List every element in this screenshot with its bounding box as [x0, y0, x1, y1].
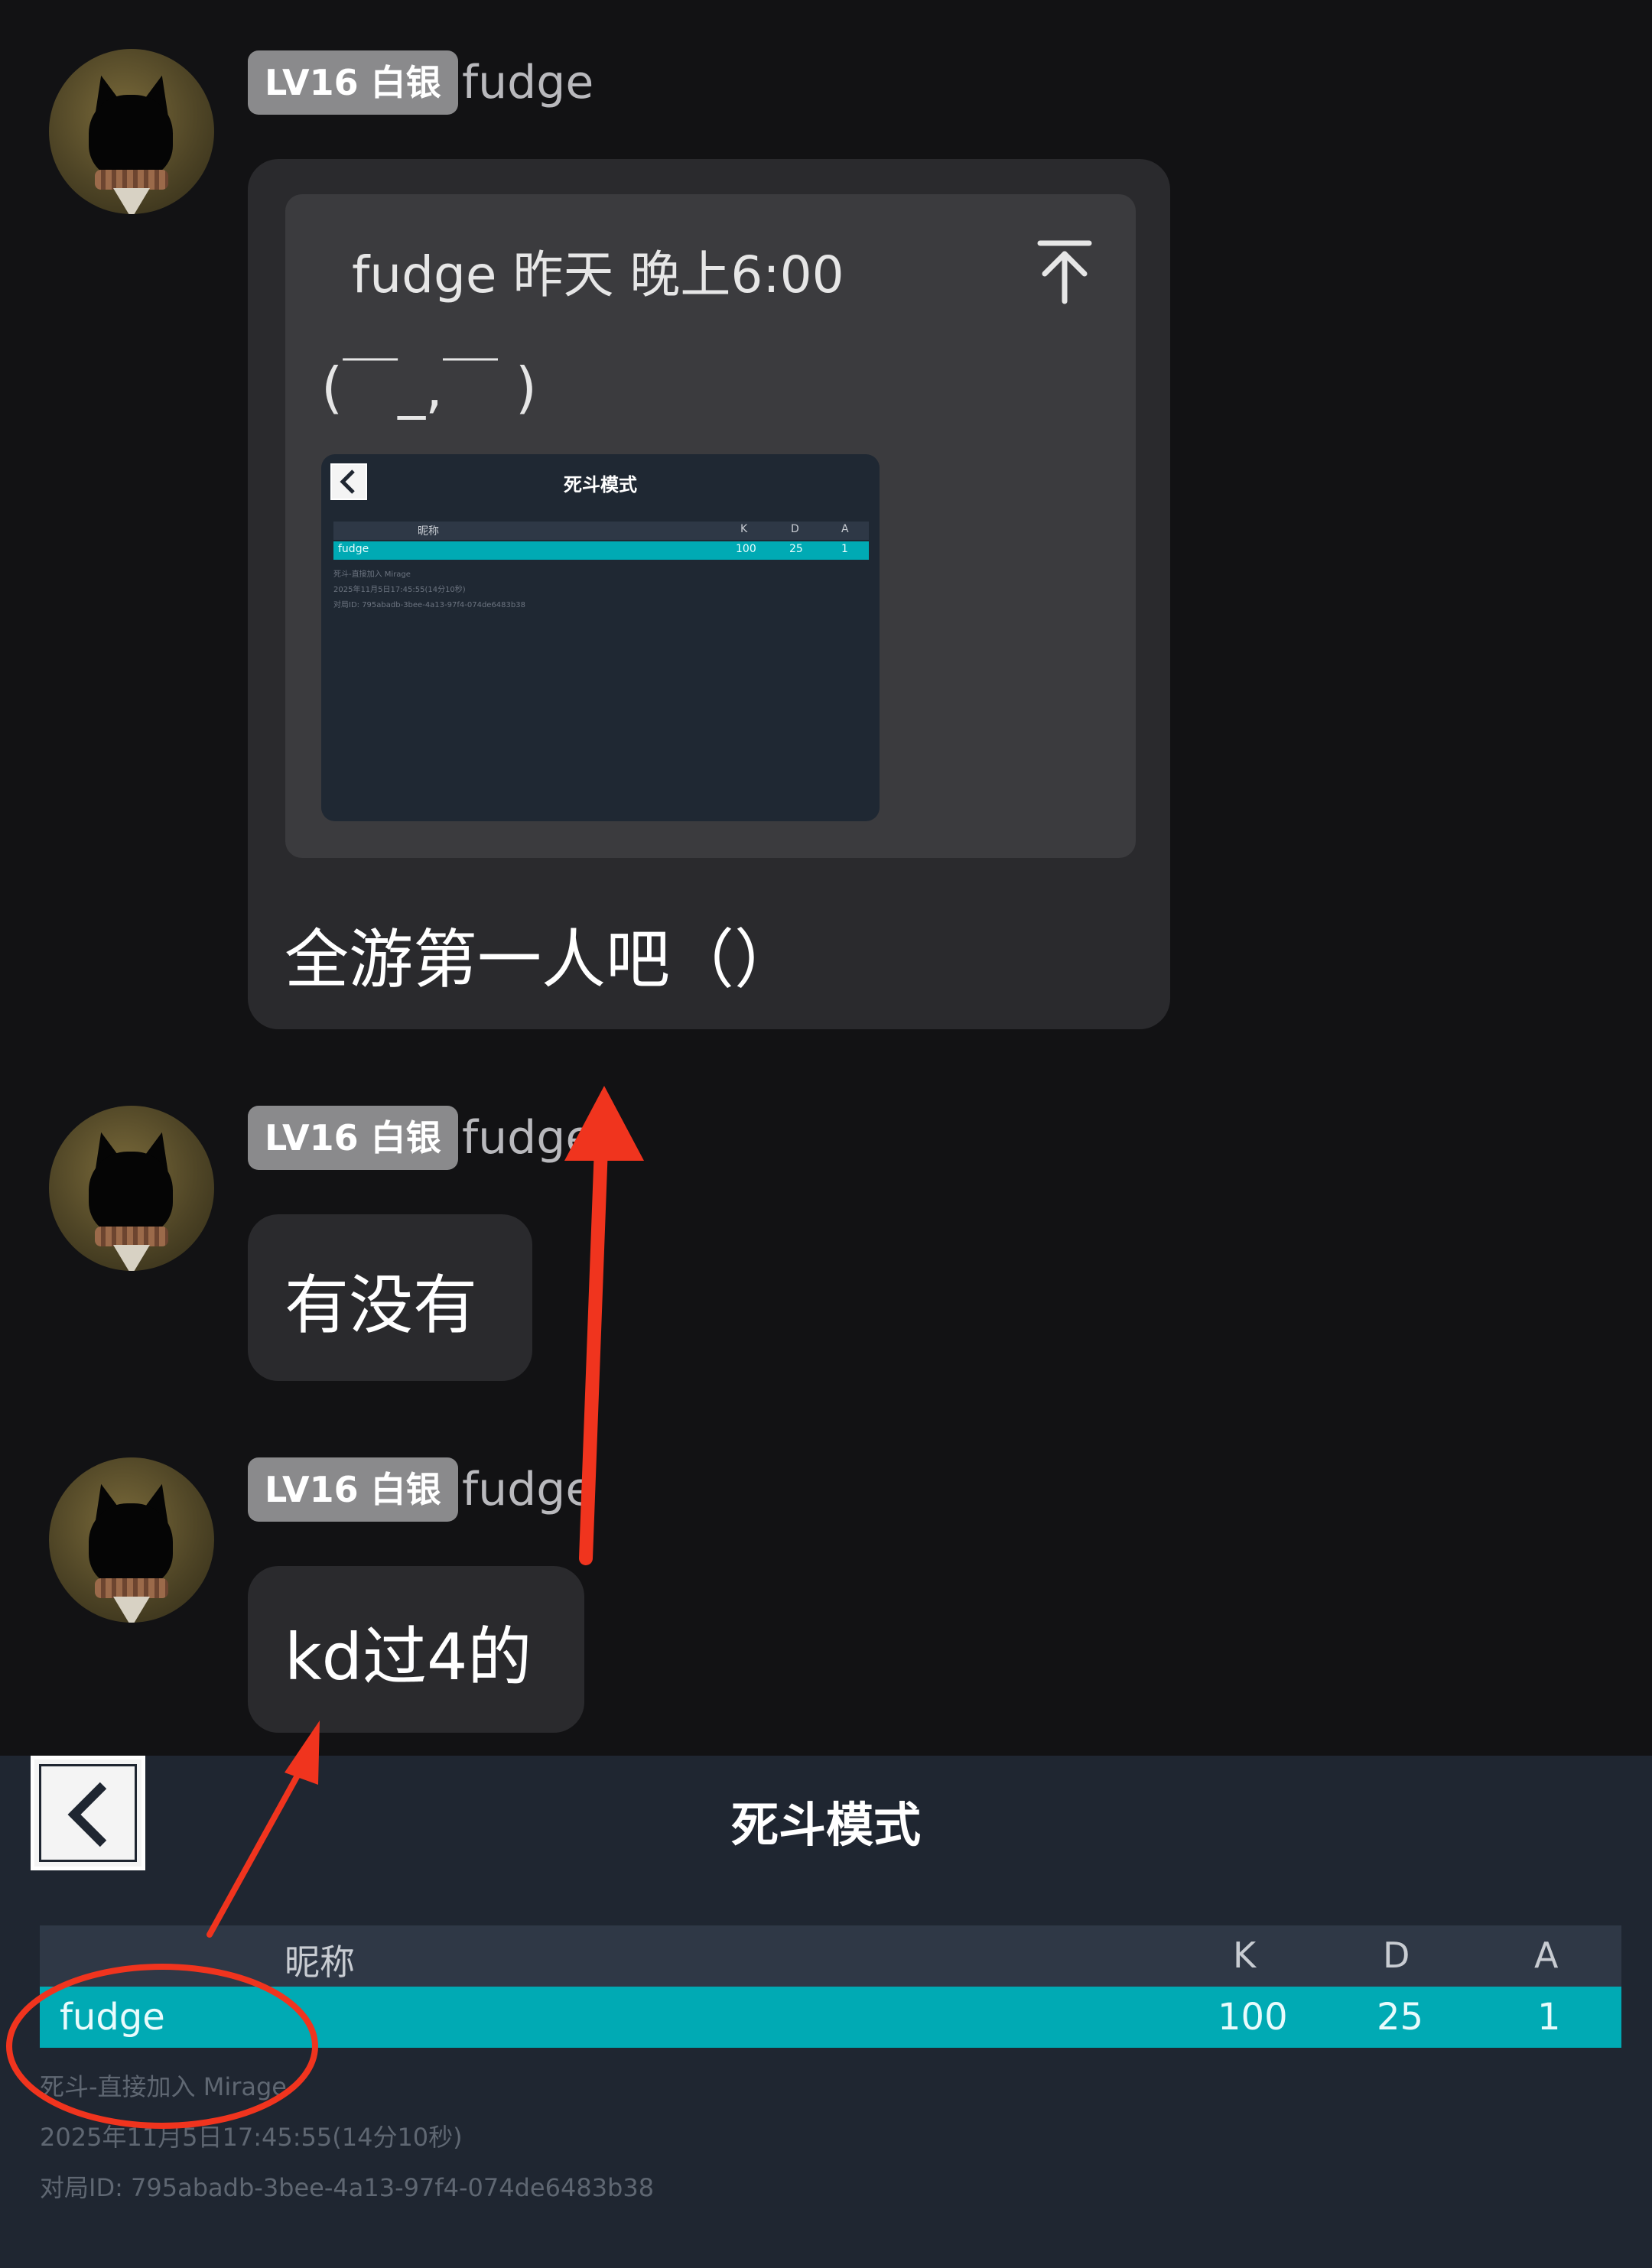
message-text: 有没有: [285, 1268, 478, 1343]
player-deaths: 25: [1377, 1996, 1424, 2039]
quote-header: fudge 昨天 晚上6:00: [352, 245, 844, 304]
avatar[interactable]: [49, 1457, 214, 1623]
match-datetime: 2025年11月5日17:45:55(14分10秒): [40, 2123, 463, 2152]
username[interactable]: fudge: [462, 50, 593, 115]
player-assists: 1: [1537, 1996, 1561, 2039]
thumbnail-col-k: K: [740, 523, 748, 535]
player-kills: 100: [1218, 1996, 1288, 2039]
player-name: fudge: [60, 1996, 165, 2039]
quote-emoticon: (￣_,￣ ): [321, 356, 537, 420]
avatar[interactable]: [49, 1106, 214, 1271]
thumbnail-highlight-row: [333, 541, 869, 560]
thumbnail-info3: 对局ID: 795abadb-3bee-4a13-97f4-074de6483b…: [333, 601, 525, 609]
thumbnail-row-d: 25: [789, 543, 803, 555]
level-badge: LV16 白银: [248, 1106, 458, 1170]
column-d: D: [1383, 1935, 1410, 1976]
level-badge: LV16 白银: [248, 1457, 458, 1522]
thumbnail-row-name: fudge: [338, 543, 369, 555]
mode-info: 死斗-直接加入 Mirage: [40, 2072, 287, 2101]
column-k: K: [1233, 1935, 1257, 1976]
column-name: 昵称: [285, 1941, 355, 1983]
level-badge: LV16 白银: [248, 50, 458, 115]
username[interactable]: fudge: [462, 1457, 593, 1522]
avatar[interactable]: [49, 49, 214, 214]
thumbnail-col-name: 昵称: [418, 525, 439, 538]
thumbnail-row-a: 1: [841, 543, 848, 555]
thumbnail-title: 死斗模式: [564, 474, 637, 496]
match-id: 对局ID: 795abadb-3bee-4a13-97f4-074de6483b…: [40, 2173, 655, 2202]
message-text: 全游第一人吧（）: [285, 922, 799, 997]
thumbnail-info2: 2025年11月5日17:45:55(14分10秒): [333, 586, 466, 594]
username[interactable]: fudge: [462, 1106, 593, 1170]
thumbnail-col-a: A: [841, 523, 849, 535]
scroll-to-top-icon[interactable]: [1034, 237, 1095, 306]
message-text: kd过4的: [285, 1620, 532, 1695]
scoreboard-title: 死斗模式: [730, 1797, 921, 1853]
quoted-image-thumbnail[interactable]: 死斗模式 昵称 K D A fudge 100 25 1 死斗-直接加入 Mir…: [321, 454, 880, 821]
thumbnail-info1: 死斗-直接加入 Mirage: [333, 570, 411, 579]
column-a: A: [1534, 1935, 1559, 1976]
thumbnail-row-k: 100: [736, 543, 756, 555]
thumbnail-col-d: D: [791, 523, 799, 535]
